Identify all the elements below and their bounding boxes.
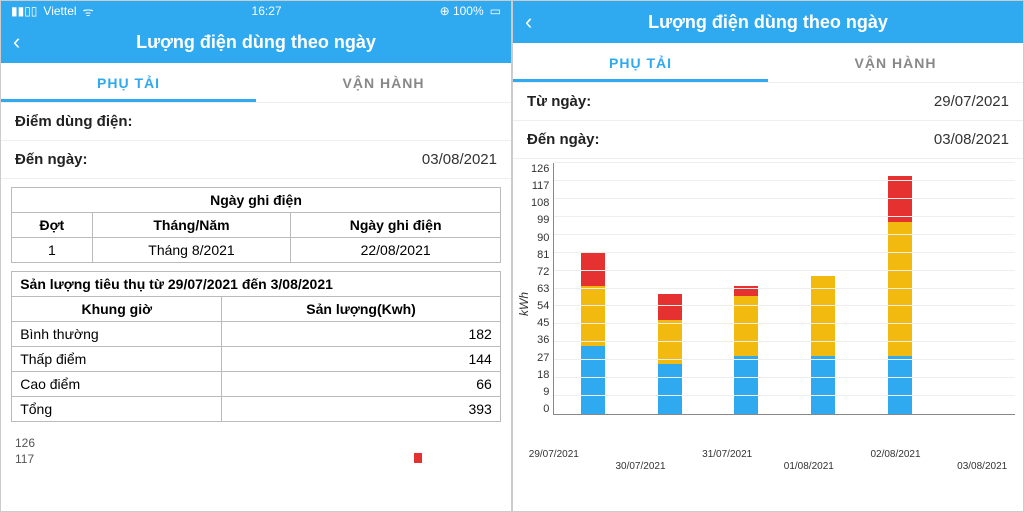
consumption-table: Sản lượng tiêu thụ từ 29/07/2021 đến 3/0…: [11, 271, 501, 422]
x-tick: 01/08/2021: [784, 461, 834, 472]
tabs: PHỤ TẢI VẬN HÀNH: [1, 63, 511, 103]
mini-chart-preview: 126 117: [1, 430, 511, 472]
bar-02/08/2021: [888, 176, 912, 414]
carrier-label: Viettel: [43, 4, 76, 18]
from-date-value: 29/07/2021: [934, 93, 1009, 110]
from-date-label: Từ ngày:: [527, 93, 934, 110]
header: ‹ Lượng điện dùng theo ngày: [513, 1, 1023, 43]
bar-segment-peak: [414, 453, 422, 463]
bar-segment: [734, 356, 758, 414]
wifi-icon: ᯤ: [83, 3, 94, 20]
row-from-date[interactable]: Từ ngày: 29/07/2021: [513, 83, 1023, 121]
x-tick: 03/08/2021: [957, 461, 1007, 472]
to-date-label: Đến ngày:: [15, 151, 422, 168]
screen-left: ▮▮▯▯ Viettel ᯤ 16:27 ⊕ 100% ▭ ‹ Lượng đi…: [0, 0, 512, 512]
chart-plot-area: [553, 163, 1015, 415]
row-point: Điểm dùng điện:: [1, 103, 511, 141]
bar-segment: [888, 356, 912, 414]
screen-right: ‹ Lượng điện dùng theo ngày PHỤ TẢI VẬN …: [512, 0, 1024, 512]
table-row: Thấp điểm144: [12, 347, 501, 372]
page-title: Lượng điện dùng theo ngày: [13, 32, 499, 53]
point-label: Điểm dùng điện:: [15, 113, 497, 130]
table-row: Cao điểm66: [12, 372, 501, 397]
reading-table: Ngày ghi điện Đợt Tháng/Năm Ngày ghi điệ…: [11, 187, 501, 263]
x-tick: 30/07/2021: [615, 461, 665, 472]
bar-segment: [658, 364, 682, 414]
col-kwh: Sản lượng(Kwh): [222, 297, 500, 322]
tab-load[interactable]: PHỤ TẢI: [1, 63, 256, 102]
battery-icon: ▭: [490, 4, 501, 18]
content-right: Từ ngày: 29/07/2021 Đến ngày: 03/08/2021…: [513, 83, 1023, 511]
clock: 16:27: [252, 4, 282, 18]
tab-operate[interactable]: VẬN HÀNH: [256, 63, 511, 102]
bar-segment: [581, 346, 605, 414]
col-date: Ngày ghi điện: [291, 213, 500, 238]
header: ‹ Lượng điện dùng theo ngày: [1, 21, 511, 63]
tabs: PHỤ TẢI VẬN HÀNH: [513, 43, 1023, 83]
y-axis-label: kWh: [517, 163, 531, 445]
bar-segment: [811, 356, 835, 414]
x-tick: 02/08/2021: [870, 449, 920, 460]
consumption-header: Sản lượng tiêu thụ từ 29/07/2021 đến 3/0…: [12, 272, 501, 297]
col-slot: Khung giờ: [12, 297, 222, 322]
to-date-label: Đến ngày:: [527, 131, 934, 148]
table-row: 1 Tháng 8/2021 22/08/2021: [12, 238, 501, 263]
daily-usage-chart: kWh 1261171089990817263544536271890: [513, 159, 1023, 449]
to-date-value: 03/08/2021: [934, 131, 1009, 148]
col-month: Tháng/Năm: [92, 213, 291, 238]
tab-load[interactable]: PHỤ TẢI: [513, 43, 768, 82]
tab-operate[interactable]: VẬN HÀNH: [768, 43, 1023, 82]
bar-segment: [888, 222, 912, 356]
col-batch: Đợt: [12, 213, 92, 238]
to-date-value: 03/08/2021: [422, 151, 497, 168]
table-row: Bình thường182: [12, 322, 501, 347]
x-axis-ticks: 29/07/2021 30/07/2021 31/07/2021 01/08/2021…: [513, 449, 1023, 477]
bar-segment: [658, 294, 682, 320]
bar-segment: [581, 286, 605, 346]
row-to-date[interactable]: Đến ngày: 03/08/2021: [513, 121, 1023, 159]
reading-header: Ngày ghi điện: [12, 188, 501, 213]
x-tick: 31/07/2021: [702, 449, 752, 460]
status-bar: ▮▮▯▯ Viettel ᯤ 16:27 ⊕ 100% ▭: [1, 1, 511, 21]
battery-percent: ⊕ 100%: [440, 4, 484, 18]
row-to-date[interactable]: Đến ngày: 03/08/2021: [1, 141, 511, 179]
bar-01/08/2021: [811, 276, 835, 414]
table-row: Tổng393: [12, 397, 501, 422]
page-title: Lượng điện dùng theo ngày: [525, 12, 1011, 33]
x-tick: 29/07/2021: [529, 449, 579, 460]
signal-icon: ▮▮▯▯: [11, 4, 37, 18]
y-axis-ticks: 1261171089990817263544536271890: [531, 163, 553, 415]
content-left: Điểm dùng điện: Đến ngày: 03/08/2021 Ngà…: [1, 103, 511, 511]
bar-29/07/2021: [581, 252, 605, 414]
